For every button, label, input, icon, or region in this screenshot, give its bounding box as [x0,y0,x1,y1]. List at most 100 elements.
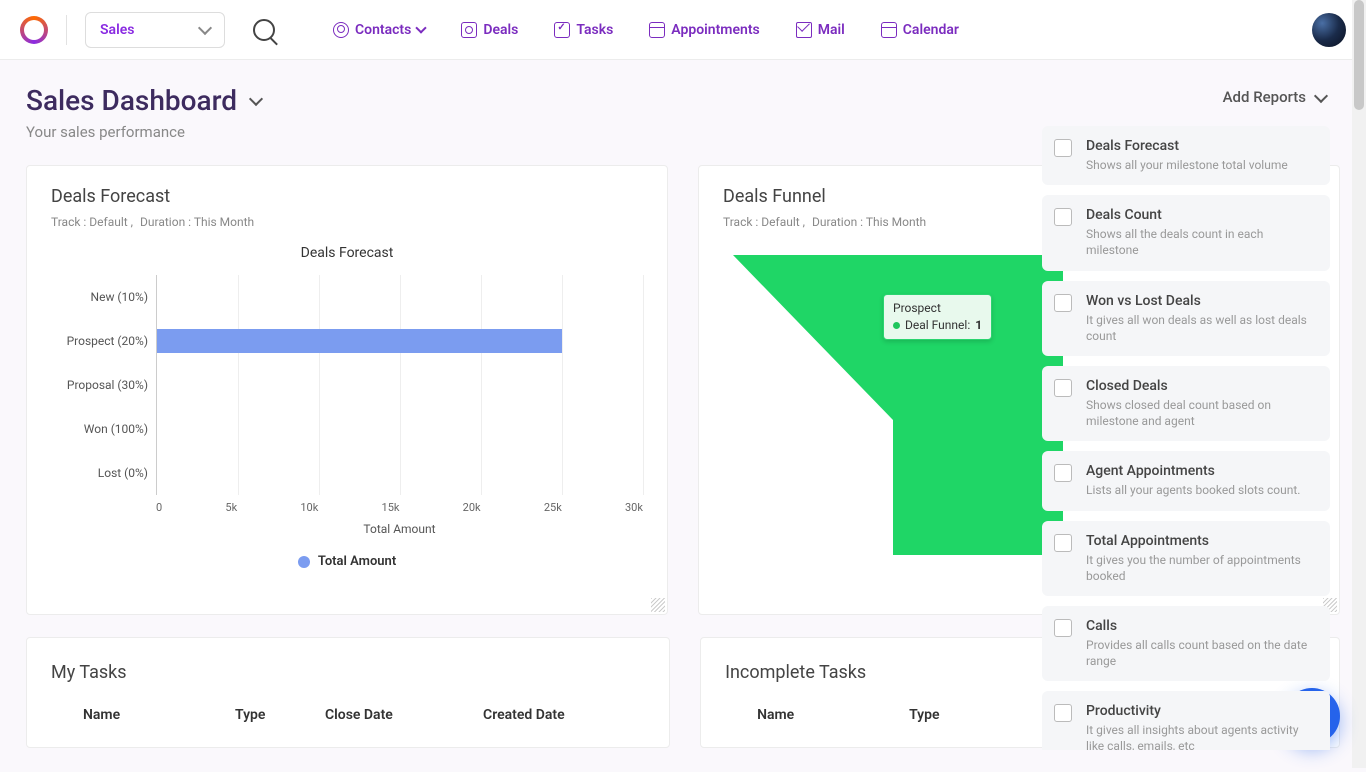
nav-calendar[interactable]: Calendar [881,22,959,38]
legend-label: Total Amount [318,554,396,569]
mail-icon [796,22,812,38]
search-icon[interactable] [253,19,275,41]
card-title: Deals Forecast [51,186,643,207]
nav-label: Contacts [355,22,411,38]
chart-row: Proposal (30%) [51,363,643,407]
add-reports-button[interactable]: Add Reports [1223,88,1326,106]
x-tick-label: 10k [300,501,318,514]
y-tick-label: New (10%) [51,290,156,304]
app-logo[interactable] [20,16,48,44]
nav-label: Tasks [576,22,613,38]
bar[interactable] [157,329,562,353]
bar-area [156,363,643,407]
x-axis-label: Total Amount [156,522,643,536]
nav-deals[interactable]: Deals [461,22,518,38]
report-option[interactable]: Closed Deals Shows closed deal count base… [1042,366,1330,441]
report-title: Deals Count [1086,207,1316,223]
report-option[interactable]: Deals ForecastShows all your milestone t… [1042,126,1330,185]
report-option[interactable]: Productivity It gives all insights about … [1042,691,1330,750]
x-tick-label: 30k [625,501,643,514]
report-title: Calls [1086,618,1316,634]
checkbox[interactable] [1054,704,1072,722]
chart-title: Deals Forecast [51,245,643,261]
col-name: Name [729,707,909,723]
bar-area [156,319,643,363]
nav-contacts[interactable]: Contacts [333,22,425,38]
checkbox[interactable] [1054,379,1072,397]
add-reports-label: Add Reports [1223,88,1306,106]
x-tick-label: 5k [225,501,237,514]
bar-area [156,451,643,495]
checkbox[interactable] [1054,464,1072,482]
report-desc: It gives all insights about agents activ… [1086,722,1316,750]
y-tick-label: Lost (0%) [51,466,156,480]
col-created-date: Created Date [483,707,641,723]
chevron-down-icon[interactable] [249,92,263,106]
y-tick-label: Proposal (30%) [51,378,156,392]
checkbox[interactable] [1054,619,1072,637]
x-tick-label: 25k [544,501,562,514]
forecast-chart: Deals Forecast New (10%) Prospect (20%) Pr… [51,245,643,579]
report-title: Closed Deals [1086,378,1316,394]
calendar-icon [881,22,897,38]
checkbox[interactable] [1054,534,1072,552]
nav-tasks[interactable]: Tasks [554,22,613,38]
chart-legend: Total Amount [51,554,643,569]
tooltip-value: 1 [975,317,982,334]
col-name: Name [55,707,235,723]
report-desc: Shows closed deal count based on milesto… [1086,397,1316,429]
card-sub-duration: Duration : This Month [140,215,254,229]
deals-icon [461,22,477,38]
my-tasks-card: My Tasks Name Type Close Date Created Da… [26,637,670,748]
chart-row: Won (100%) [51,407,643,451]
report-desc: It gives you the number of appointments … [1086,552,1316,584]
chart-row: Lost (0%) [51,451,643,495]
checkbox[interactable] [1054,139,1072,157]
resize-handle[interactable] [651,598,665,612]
module-selector-label: Sales [100,22,134,38]
page-title: Sales Dashboard [26,84,1340,117]
chart-row: New (10%) [51,275,643,319]
y-tick-label: Prospect (20%) [51,334,156,348]
module-selector[interactable]: Sales [85,12,225,48]
x-tick-label: 20k [463,501,481,514]
bar-area [156,275,643,319]
contacts-icon [333,22,349,38]
card-title: My Tasks [51,662,645,683]
main-nav: Contacts Deals Tasks Appointments Mail C… [333,22,959,38]
tooltip-dot-icon [893,322,900,329]
tooltip-metric: Deal Funnel: [905,317,970,334]
table-header: Name Type Close Date Created Date [51,707,645,723]
report-option[interactable]: Total AppointmentsIt gives you the numbe… [1042,521,1330,596]
nav-appointments[interactable]: Appointments [649,22,759,38]
report-title: Productivity [1086,703,1316,719]
report-option[interactable]: Won vs Lost Deals It gives all won deals … [1042,281,1330,356]
page-body: Sales Dashboard Your sales performance A… [0,60,1366,772]
checkbox[interactable] [1054,208,1072,226]
divider [66,15,67,45]
chevron-down-icon [416,22,427,33]
col-type: Type [235,707,325,723]
bar-area [156,407,643,451]
user-avatar[interactable] [1312,13,1346,47]
report-option[interactable]: Agent AppointmentsLists all your agents … [1042,451,1330,510]
report-option[interactable]: CallsProvides all calls count based on t… [1042,606,1330,681]
report-option[interactable]: Deals CountShows all the deals count in … [1042,195,1330,270]
nav-mail[interactable]: Mail [796,22,845,38]
page-title-text: Sales Dashboard [26,84,237,117]
checkbox[interactable] [1054,294,1072,312]
funnel-tooltip: Prospect Deal Funnel: 1 [883,294,992,340]
card-sub-duration: Duration : This Month [812,215,926,229]
report-title: Won vs Lost Deals [1086,293,1316,309]
card-subtitle: Track : Default , Duration : This Month [51,215,643,229]
tooltip-stage: Prospect [893,300,982,317]
card-sub-track: Track : Default , [723,215,805,229]
report-desc: It gives all won deals as well as lost d… [1086,312,1316,344]
x-tick-label: 15k [382,501,400,514]
add-reports-dropdown: Deals ForecastShows all your milestone t… [1036,120,1336,750]
card-sub-track: Track : Default , [51,215,133,229]
col-type: Type [909,707,999,723]
deals-forecast-card: Deals Forecast Track : Default , Duratio… [26,165,668,615]
report-desc: Lists all your agents booked slots count… [1086,482,1316,498]
x-tick-label: 0 [156,501,162,514]
